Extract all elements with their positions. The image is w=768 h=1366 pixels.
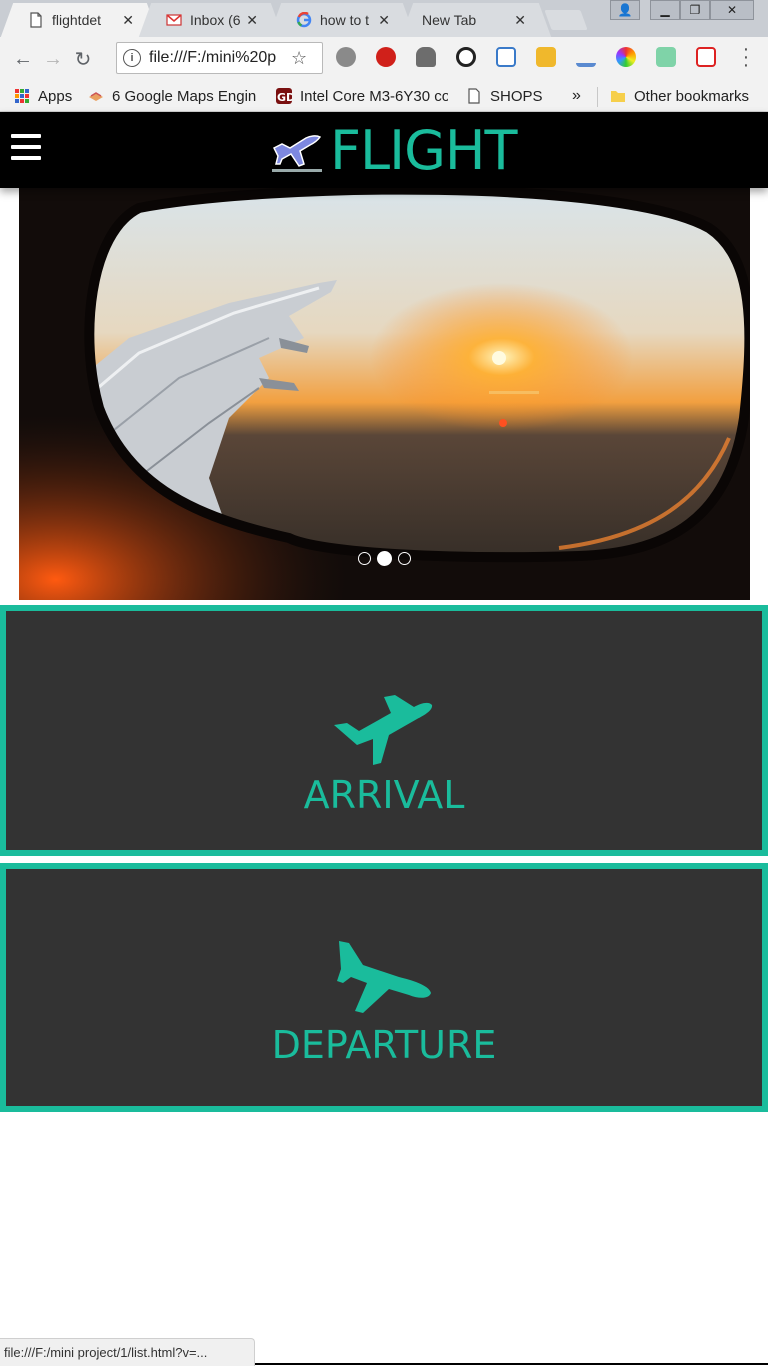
close-tab-icon[interactable]: ✕	[378, 12, 390, 29]
carousel-dot[interactable]	[358, 552, 371, 565]
bookmarks-bar: Apps 6 Google Maps Engin GD Intel Core M…	[0, 81, 768, 112]
window-buttons: ▁ ❐ ✕	[650, 0, 754, 20]
browser-status-bar: file:///F:/mini project/1/list.html?v=..…	[0, 1338, 255, 1366]
document-icon	[30, 12, 42, 28]
bookmark-label: Intel Core M3-6Y30 co	[300, 87, 448, 105]
bookmarks-overflow-button[interactable]: »	[572, 85, 581, 107]
airplane-takeoff-icon	[334, 695, 433, 765]
tab-inbox[interactable]: Inbox (6 ✕	[152, 3, 270, 37]
chevron-double-right-icon: »	[572, 87, 581, 104]
bookmark-label: Other bookmarks	[634, 87, 750, 105]
airplane-logo-icon	[272, 135, 322, 172]
audio-icon[interactable]	[656, 47, 676, 67]
download-icon[interactable]	[576, 47, 596, 67]
browser-tab-strip: flightdet ✕ Inbox (6 ✕ how to t ✕ New Ta…	[0, 0, 768, 37]
ruler-icon[interactable]	[536, 47, 556, 67]
address-input[interactable]	[149, 49, 289, 67]
site-logo[interactable]: FLIGHT	[270, 118, 518, 182]
tab-flightdetails[interactable]: flightdet ✕	[14, 3, 146, 37]
google-icon	[296, 12, 312, 28]
tab-title: New Tab	[422, 12, 477, 28]
cast-icon[interactable]	[696, 47, 716, 67]
bookmark-intel-core[interactable]: GD Intel Core M3-6Y30 co	[276, 85, 448, 107]
browser-menu-icon[interactable]: · · ·	[740, 39, 752, 75]
close-tab-icon[interactable]: ✕	[246, 12, 258, 29]
bookmark-maps-engine[interactable]: 6 Google Maps Engin	[88, 85, 258, 107]
bookmark-label: Apps	[38, 87, 73, 105]
site-info-icon[interactable]: i	[123, 49, 141, 67]
adblock-icon[interactable]	[376, 47, 396, 67]
bookmark-shops[interactable]: SHOPS	[466, 85, 543, 107]
carousel-indicators	[19, 551, 750, 566]
brand-title: FLIGHT	[330, 118, 518, 182]
restore-icon[interactable]: ❐	[680, 0, 710, 20]
tab-title: how to t	[320, 12, 370, 28]
close-window-icon[interactable]: ✕	[710, 0, 754, 20]
departure-label: DEPARTURE	[271, 1023, 497, 1067]
address-bar[interactable]: i ☆	[116, 42, 323, 74]
svg-text:GD: GD	[277, 91, 292, 104]
link-extension-icon[interactable]	[456, 47, 476, 67]
arrival-card[interactable]: ARRIVAL	[0, 605, 768, 856]
browser-toolbar: ← → ↻ i ☆ ···	[0, 37, 768, 81]
reload-icon[interactable]: ↻	[68, 44, 98, 74]
arrival-label: ARRIVAL	[303, 773, 465, 817]
ghostery-icon[interactable]	[416, 47, 436, 67]
gd-icon: GD	[276, 88, 292, 104]
departure-card[interactable]: DEPARTURE	[0, 863, 768, 1112]
carousel-dot[interactable]	[398, 552, 411, 565]
bookmark-other[interactable]: Other bookmarks	[610, 85, 749, 107]
window-controls: 👤	[610, 0, 640, 20]
maps-engine-icon	[89, 92, 103, 101]
extension-icon[interactable]	[336, 47, 356, 67]
tab-new-tab[interactable]: New Tab ✕	[414, 3, 538, 37]
bookmarks-divider	[597, 87, 598, 107]
profile-icon[interactable]: 👤	[610, 0, 640, 20]
new-tab-button[interactable]	[544, 10, 588, 30]
forward-icon[interactable]: →	[38, 44, 68, 74]
folder-icon	[611, 91, 625, 102]
bottom-divider	[255, 1363, 768, 1365]
close-tab-icon[interactable]: ✕	[514, 12, 526, 29]
bookmark-star-icon[interactable]: ☆	[291, 48, 307, 69]
airplane-landing-icon	[337, 941, 431, 1013]
screenshot-icon[interactable]	[496, 47, 516, 67]
window-sunset-image	[19, 188, 750, 600]
back-icon[interactable]: ←	[8, 44, 38, 74]
bookmark-label: 6 Google Maps Engin	[112, 87, 257, 105]
tab-title: Inbox (6	[190, 12, 241, 28]
bookmark-apps[interactable]: Apps	[14, 85, 72, 107]
gmail-icon	[166, 14, 182, 26]
document-icon	[468, 88, 480, 104]
minimize-icon[interactable]: ▁	[650, 0, 680, 20]
hero-carousel[interactable]	[19, 188, 750, 600]
apps-grid-icon	[15, 89, 29, 103]
color-picker-icon[interactable]	[616, 47, 636, 67]
bookmark-label: SHOPS	[490, 87, 543, 105]
close-tab-icon[interactable]: ✕	[122, 12, 134, 29]
tab-title: flightdet	[52, 12, 102, 28]
hamburger-menu-icon[interactable]	[11, 134, 41, 166]
tab-search[interactable]: how to t ✕	[282, 3, 402, 37]
carousel-dot-active[interactable]	[377, 551, 392, 566]
site-header: FLIGHT	[0, 112, 768, 188]
